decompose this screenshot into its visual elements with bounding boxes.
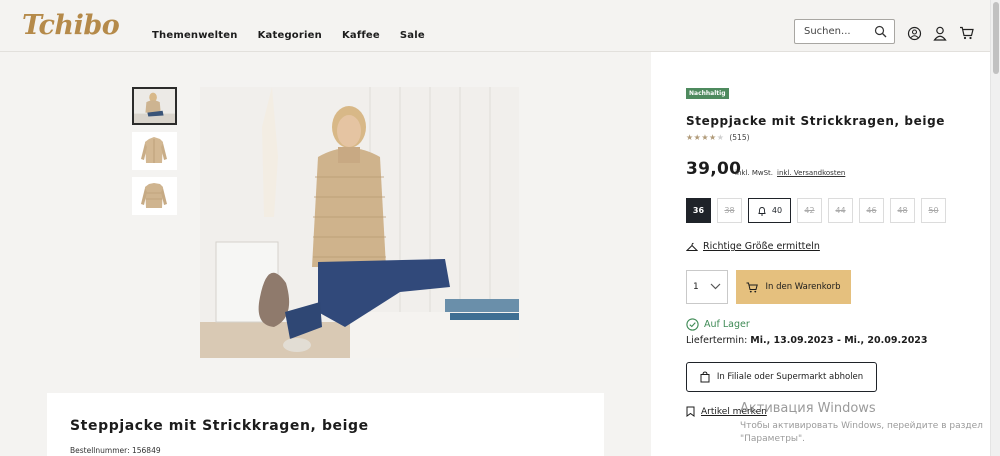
nav-themenwelten[interactable]: Themenwelten: [152, 30, 238, 41]
scrollbar-thumb[interactable]: [993, 2, 999, 74]
tchibo-logo[interactable]: Tchibo: [22, 10, 120, 41]
size-option-46[interactable]: 46: [859, 198, 884, 223]
size-option-42[interactable]: 42: [797, 198, 822, 223]
size-option-36[interactable]: 36: [686, 198, 711, 223]
page-scrollbar[interactable]: [990, 0, 1000, 456]
windows-activation-watermark: Активация Windows Чтобы активировать Win…: [740, 401, 983, 446]
size-option-38[interactable]: 38: [717, 198, 742, 223]
thumbnail-front[interactable]: [132, 132, 177, 170]
chevron-down-icon: [710, 283, 721, 290]
cart-icon[interactable]: [959, 26, 974, 40]
bell-icon: [758, 206, 766, 215]
sustainability-badge: Nachhaltig: [686, 88, 729, 99]
size-finder-link[interactable]: Richtige Größe ermitteln: [686, 241, 820, 252]
delivery-date: Liefertermin: Mi., 13.09.2023 - Mi., 20.0…: [686, 335, 928, 346]
store-pickup-label: In Filiale oder Supermarkt abholen: [716, 372, 864, 382]
watermark-line-2: "Параметры".: [740, 434, 806, 444]
quantity-select[interactable]: 1: [686, 270, 728, 304]
description-title: Steppjacke mit Strickkragen, beige: [70, 418, 369, 434]
stock-status: Auf Lager: [686, 318, 750, 331]
nav-sale[interactable]: Sale: [400, 30, 425, 41]
size-option-50[interactable]: 50: [921, 198, 946, 223]
store-pickup-button[interactable]: In Filiale oder Supermarkt abholen: [686, 362, 877, 392]
rating-stars: ★★★★★: [686, 133, 725, 142]
delivery-dates: Mi., 13.09.2023 - Mi., 20.09.2023: [750, 335, 928, 346]
shipping-link[interactable]: inkl. Versandkosten: [777, 169, 845, 177]
add-to-cart-button[interactable]: In den Warenkorb: [736, 270, 851, 304]
watermark-title: Активация Windows: [740, 401, 876, 416]
price-note: inkl. MwSt. inkl. Versandkosten: [735, 169, 845, 177]
main-nav: Themenwelten Kategorien Kaffee Sale: [152, 30, 425, 41]
size-option-40[interactable]: 40: [748, 198, 791, 223]
hanger-icon: [686, 242, 698, 251]
rating[interactable]: ★★★★★ (515): [686, 133, 750, 142]
search-icon[interactable]: [874, 25, 887, 38]
product-title: Steppjacke mit Strickkragen, beige: [686, 114, 946, 128]
nav-kaffee[interactable]: Kaffee: [342, 30, 380, 41]
coffee-account-icon[interactable]: [907, 26, 922, 41]
size-finder-label: Richtige Größe ermitteln: [703, 241, 820, 252]
product-panel: Nachhaltig Steppjacke mit Strickkragen, …: [651, 52, 990, 456]
delivery-label: Liefertermin:: [686, 335, 748, 346]
nav-kategorien[interactable]: Kategorien: [258, 30, 322, 41]
vat-label: inkl. MwSt.: [735, 169, 774, 177]
cart-icon: [746, 282, 759, 292]
quantity-value: 1: [693, 282, 699, 292]
thumbnail-list: [132, 87, 177, 222]
size-selector: 36 38 40 42 44 46 48 50: [686, 198, 946, 223]
watermark-line-1: Чтобы активировать Windows, перейдите в …: [740, 421, 983, 431]
product-main-image[interactable]: [200, 87, 519, 358]
price: 39,00: [686, 159, 742, 179]
thumbnail-back[interactable]: [132, 177, 177, 215]
site-header: Tchibo Themenwelten Kategorien Kaffee Sa…: [0, 0, 990, 52]
stock-label: Auf Lager: [704, 319, 750, 330]
add-to-cart-label: In den Warenkorb: [765, 282, 841, 292]
order-number: Bestellnummer: 156849: [70, 446, 161, 455]
search-placeholder: Suchen...: [804, 26, 851, 37]
description-card: Steppjacke mit Strickkragen, beige Beste…: [47, 393, 604, 456]
rating-count: (515): [729, 133, 750, 142]
user-icon[interactable]: [933, 26, 947, 41]
check-circle-icon: [686, 318, 699, 331]
thumbnail-model[interactable]: [132, 87, 177, 125]
size-option-44[interactable]: 44: [828, 198, 853, 223]
bookmark-icon: [686, 406, 695, 417]
size-option-48[interactable]: 48: [890, 198, 915, 223]
shopping-bag-icon: [700, 371, 710, 383]
size-label-40: 40: [771, 206, 783, 215]
search-input[interactable]: Suchen...: [794, 19, 895, 44]
